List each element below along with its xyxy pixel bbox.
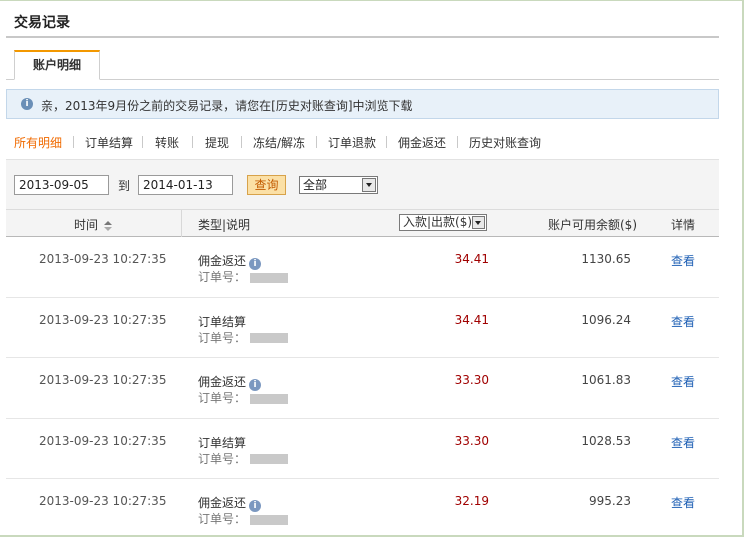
order-number-mask [250,272,289,283]
row-amount: 33.30 [454,373,489,387]
view-link[interactable]: 查看 [671,313,695,330]
row-amount: 34.41 [454,252,489,266]
type-select-value: 全部 [303,178,328,192]
window-top-border [0,0,744,1]
order-prefix-label: 订单号： [198,391,247,405]
row-order-number: 订单号： [198,268,289,285]
date-range-to-label: 到 [118,179,131,193]
row-order-number: 订单号： [198,450,289,467]
row-time: 2013-09-23 10:27:35 [39,433,167,448]
view-link[interactable]: 查看 [671,373,695,390]
header-time-label: 时间 [74,218,99,232]
filter-commission-return[interactable]: 佣金返还 [398,134,446,151]
start-date-input[interactable]: 2013-09-05 [14,175,109,195]
filter-order-refund[interactable]: 订单退款 [328,134,376,151]
header-balance: 账户可用余额($) [548,218,637,232]
row-time: 2013-09-23 10:27:35 [39,494,167,508]
filter-separator [386,136,387,148]
row-type-label: 佣金返还 [198,254,247,268]
filter-separator [241,136,242,148]
row-type-label: 佣金返还 [198,496,247,510]
view-link[interactable]: 查看 [671,434,695,451]
row-time: 2013-09-23 10:27:35 [39,312,167,327]
header-detail: 详情 [671,218,696,232]
row-type: 订单结算 [198,313,246,330]
row-balance: 1028.53 [581,433,631,448]
table-row: 2013-09-23 10:27:35 佣金返还 i 订单号： 34.41 113… [6,237,719,298]
filter-freeze-unfreeze[interactable]: 冻结/解冻 [253,134,305,151]
row-balance: 1130.65 [581,252,631,266]
table-row: 2013-09-23 10:27:35 佣金返还 i 订单号： 32.19 995… [6,479,719,537]
order-number-mask [250,454,289,464]
row-order-number: 订单号： [198,329,289,346]
filter-separator [142,136,143,148]
row-order-number: 订单号： [198,510,289,527]
inout-select-label: 入款|出款($) [403,215,473,229]
table-header: 时间 类型|说明 入款|出款($) 账户可用余额($) 详情 [6,209,719,237]
row-balance: 995.23 [589,494,631,508]
order-prefix-label: 订单号： [198,330,247,345]
order-number-mask [250,333,289,343]
page-title: 交易记录 [14,15,70,31]
table-row: 2013-09-23 10:27:35 订单结算 订单号： 33.30 1028… [6,419,719,479]
filter-all-details[interactable]: 所有明细 [14,134,62,151]
row-type-label: 订单结算 [198,435,247,450]
tab-bar: 账户明细 [6,50,719,80]
row-time: 2013-09-23 10:27:35 [39,373,167,387]
row-time: 2013-09-23 10:27:35 [39,252,167,266]
filter-withdraw[interactable]: 提现 [205,134,229,151]
row-type: 订单结算 [198,434,246,451]
transaction-list: 2013-09-23 10:27:35 佣金返还 i 订单号： 34.41 113… [6,237,719,537]
row-amount: 32.19 [454,494,489,508]
row-balance: 1096.24 [581,312,631,327]
tab-account-details[interactable]: 账户明细 [14,50,100,80]
title-divider [6,36,719,38]
order-prefix-label: 订单号： [198,270,247,284]
order-prefix-label: 订单号： [198,451,247,466]
row-balance: 1061.83 [581,373,631,387]
header-time[interactable]: 时间 [74,216,113,233]
inout-select[interactable]: 入款|出款($) [399,214,487,231]
dropdown-arrow-icon[interactable] [472,216,485,229]
dropdown-arrow-icon[interactable] [362,178,376,192]
search-panel: 2013-09-05 到 2014-01-13 查询 全部 [6,159,719,209]
filter-separator [192,136,193,148]
order-number-mask [250,514,289,525]
row-amount: 34.41 [454,312,489,327]
view-link[interactable]: 查看 [671,252,695,269]
type-select[interactable]: 全部 [299,176,378,194]
table-row: 2013-09-23 10:27:35 佣金返还 i 订单号： 33.30 106… [6,358,719,419]
row-order-number: 订单号： [198,389,289,406]
header-separator [181,210,182,237]
row-type-label: 订单结算 [198,314,247,329]
notice-text: 亲，2013年9月份之前的交易记录，请您在[历史对账查询]中浏览下载 [41,99,413,113]
row-amount: 33.30 [454,433,489,448]
end-date-input[interactable]: 2014-01-13 [138,175,233,195]
header-type: 类型|说明 [198,218,251,232]
notice-bar: i 亲，2013年9月份之前的交易记录，请您在[历史对账查询]中浏览下载 [6,89,719,119]
filter-separator [457,136,458,148]
row-type-label: 佣金返还 [198,375,247,389]
order-prefix-label: 订单号： [198,512,247,526]
table-row: 2013-09-23 10:27:35 订单结算 订单号： 34.41 1096… [6,298,719,358]
view-link[interactable]: 查看 [671,494,695,511]
filter-separator [316,136,317,148]
filter-separator [73,136,74,148]
query-button[interactable]: 查询 [247,175,286,195]
info-circle-icon: i [21,98,33,110]
filter-history-reconciliation[interactable]: 历史对账查询 [469,134,541,151]
order-number-mask [250,393,289,404]
sort-icon[interactable] [104,220,113,231]
filter-order-settlement[interactable]: 订单结算 [85,134,133,151]
filter-transfer[interactable]: 转账 [155,134,179,151]
